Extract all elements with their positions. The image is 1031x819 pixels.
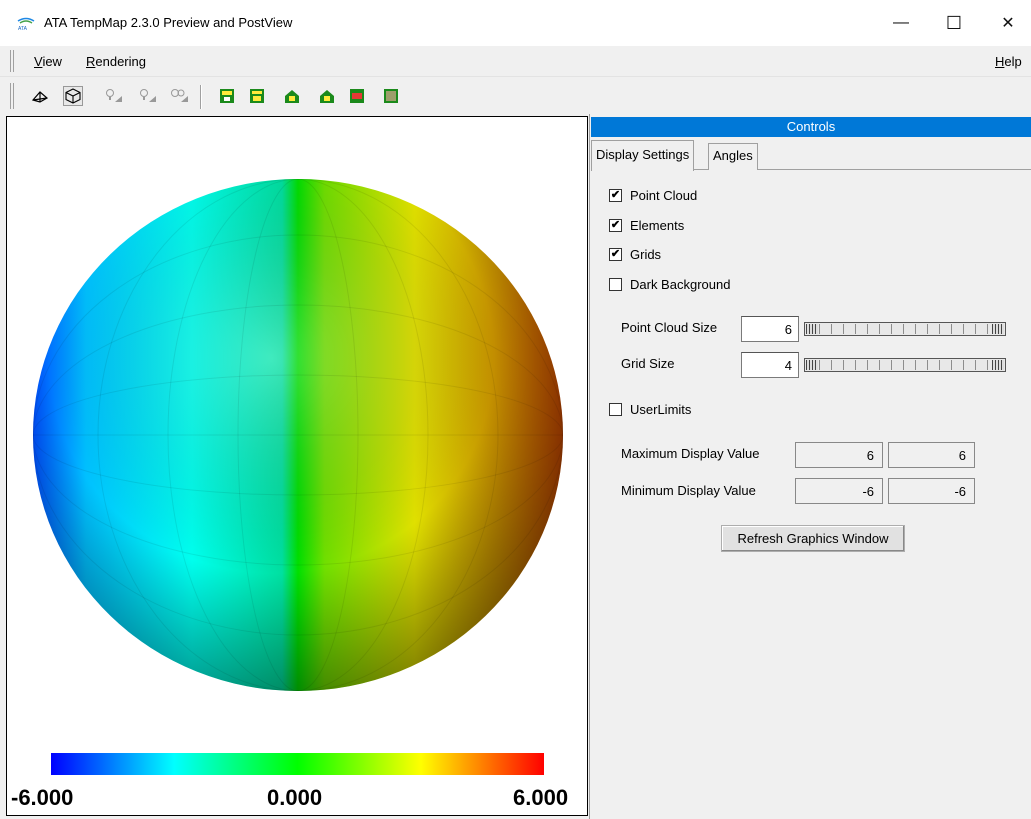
point-cloud-size-slider[interactable] — [804, 322, 1006, 336]
view-left-button[interactable] — [282, 86, 302, 106]
controls-header: Controls — [591, 117, 1031, 137]
point-cloud-label: Point Cloud — [630, 188, 698, 203]
light-2-icon — [140, 89, 156, 102]
solid-view-icon — [65, 88, 81, 104]
point-cloud-checkbox[interactable]: ✔ Point Cloud — [609, 188, 697, 203]
checkbox-box: ✔ — [609, 219, 622, 232]
controls-tabs: Display Settings Angles — [591, 140, 1031, 171]
solid-view-button[interactable] — [63, 86, 83, 106]
panel-splitter[interactable] — [589, 114, 592, 819]
toolbar-separator — [200, 85, 202, 109]
tab-display-settings[interactable]: Display Settings — [591, 140, 695, 171]
dark-background-checkbox[interactable]: Dark Background — [609, 277, 730, 292]
view-right-button[interactable] — [317, 86, 337, 106]
view-back-button[interactable] — [247, 86, 267, 106]
max-display-field-b[interactable]: 6 — [888, 442, 975, 468]
color-scale-bar — [51, 753, 544, 775]
wireframe-view-button[interactable] — [30, 86, 50, 106]
graphics-viewport[interactable]: -6.000 0.000 6.000 — [6, 116, 588, 816]
grid-size-label: Grid Size — [621, 356, 675, 371]
menu-help-accel: H — [995, 54, 1005, 69]
dark-background-label: Dark Background — [630, 277, 731, 292]
view-top-icon — [350, 89, 364, 103]
menu-view[interactable]: View — [34, 54, 62, 69]
grids-checkbox[interactable]: ✔ Grids — [609, 247, 661, 262]
maximize-button[interactable]: ☐ — [931, 0, 977, 46]
min-display-field-a[interactable]: -6 — [795, 478, 883, 504]
light-3-button[interactable] — [170, 86, 190, 106]
menu-help[interactable]: Help — [995, 54, 1022, 69]
view-bottom-icon — [384, 89, 398, 103]
view-right-icon — [320, 90, 334, 103]
point-cloud-size-label: Point Cloud Size — [621, 320, 718, 335]
grid-size-input[interactable]: 4 — [741, 352, 799, 378]
close-button[interactable]: ✕ — [985, 0, 1031, 46]
menu-rendering-accel: R — [86, 54, 96, 69]
light-1-icon — [106, 89, 122, 102]
view-bottom-button[interactable] — [381, 86, 401, 106]
maximize-icon: ☐ — [945, 12, 963, 33]
max-display-field-a[interactable]: 6 — [795, 442, 883, 468]
slider-right-thumb[interactable] — [992, 360, 1004, 370]
colorbar-min-label: -6.000 — [11, 785, 74, 810]
checkbox-box: ✔ — [609, 189, 622, 202]
light-2-button[interactable] — [138, 86, 158, 106]
colorbar-mid-label: 0.000 — [267, 785, 323, 810]
refresh-graphics-button[interactable]: Refresh Graphics Window — [721, 525, 905, 552]
view-left-icon — [285, 90, 299, 103]
elements-label: Elements — [630, 218, 685, 233]
window-title: ATA TempMap 2.3.0 Preview and PostView — [44, 15, 293, 30]
view-front-button[interactable] — [217, 86, 237, 106]
user-limits-checkbox[interactable]: UserLimits — [609, 402, 691, 417]
colorbar-max-label: 6.000 — [513, 785, 569, 810]
user-limits-label: UserLimits — [630, 402, 692, 417]
checkbox-box — [609, 278, 622, 291]
slider-left-thumb[interactable] — [806, 360, 818, 370]
elements-checkbox[interactable]: ✔ Elements — [609, 218, 684, 233]
view-back-icon — [250, 89, 264, 103]
grids-label: Grids — [630, 247, 662, 262]
slider-right-thumb[interactable] — [992, 324, 1004, 334]
checkbox-box: ✔ — [609, 248, 622, 261]
app-logo-icon: ATA — [17, 17, 35, 31]
view-top-button[interactable] — [347, 86, 367, 106]
checkbox-box — [609, 403, 622, 416]
light-3-icon — [171, 89, 188, 102]
svg-text:ATA: ATA — [18, 26, 28, 31]
min-display-label: Minimum Display Value — [621, 483, 756, 498]
point-cloud-size-input[interactable]: 6 — [741, 316, 799, 342]
toolbar-grip[interactable] — [10, 83, 14, 109]
wireframe-view-icon — [31, 91, 49, 103]
slider-ticks — [819, 324, 991, 334]
grid-size-slider[interactable] — [804, 358, 1006, 372]
title-bar: ATA ATA TempMap 2.3.0 Preview and PostVi… — [0, 0, 1031, 46]
menu-bar: View Rendering Help — [0, 46, 1031, 76]
menu-help-label: elp — [1004, 54, 1022, 69]
view-front-icon — [220, 89, 234, 103]
close-icon: ✕ — [1001, 15, 1015, 32]
minimize-button[interactable]: — — [878, 0, 924, 46]
app-window: ATA ATA TempMap 2.3.0 Preview and PostVi… — [0, 0, 1031, 819]
slider-ticks — [819, 360, 991, 370]
slider-left-thumb[interactable] — [806, 324, 818, 334]
minimize-icon: — — [893, 14, 909, 31]
menubar-grip[interactable] — [10, 50, 14, 72]
menu-rendering[interactable]: Rendering — [86, 54, 146, 69]
toolbar — [0, 76, 1031, 114]
menu-rendering-label: endering — [95, 54, 146, 69]
max-display-label: Maximum Display Value — [621, 446, 760, 461]
sphere-render[interactable] — [7, 117, 588, 737]
menu-view-label: iew — [42, 54, 62, 69]
tab-angles[interactable]: Angles — [708, 143, 758, 170]
min-display-field-b[interactable]: -6 — [888, 478, 975, 504]
light-1-button[interactable] — [104, 86, 124, 106]
